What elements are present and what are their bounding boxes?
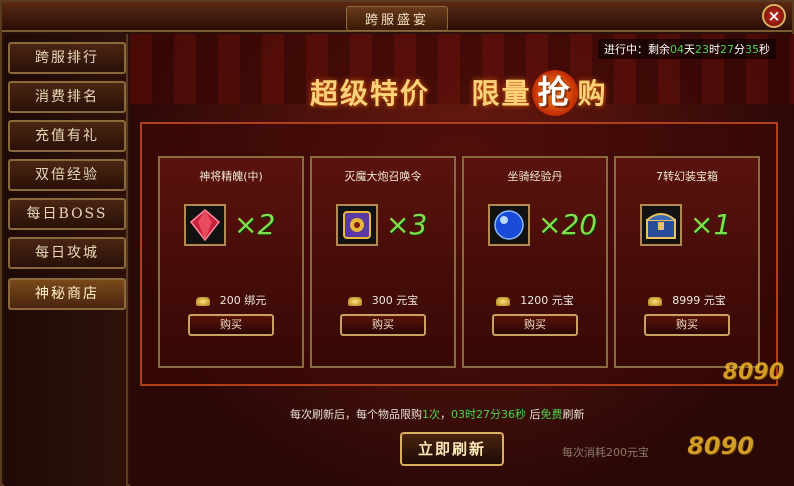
- ingot-icon: [347, 296, 362, 306]
- refresh-countdown: 03时27分36秒: [451, 408, 526, 421]
- close-icon: ×: [767, 7, 781, 25]
- site-logo-watermark: 8090: [722, 360, 784, 385]
- shop-item-card: 坐骑经验丹 ×20 1200 元宝 购买: [462, 156, 608, 368]
- price-value: 1200: [520, 294, 549, 307]
- timer-days-unit: 天: [684, 43, 695, 56]
- item-quantity: ×3: [386, 208, 428, 241]
- refresh-note-part: 每次刷新后，每个物品限购: [290, 408, 422, 421]
- item-price: 300 元宝: [312, 292, 454, 308]
- price-value: 8999: [672, 294, 701, 307]
- shop-panel: 进行中：剩余04天23时27分35秒 超级特价 限量抢购 神将精魄(中) ×2 …: [130, 34, 794, 486]
- free-label: 免费: [540, 408, 563, 421]
- item-quantity: ×2: [234, 208, 276, 241]
- sidebar-item-recharge-gift[interactable]: 充值有礼: [8, 120, 126, 152]
- item-name: 灭魔大炮召唤令: [344, 170, 422, 183]
- item-grid: 神将精魄(中) ×2 200 绑元 购买 灭魔大炮召唤令 ×3 300 元宝 购…: [140, 122, 778, 386]
- refresh-now-button[interactable]: 立即刷新: [400, 432, 504, 466]
- banner-limited: 限量: [471, 77, 532, 110]
- cross-server-feast-window: 跨服盛宴 × 跨服排行 消费排名 充值有礼 双倍经验 每日BOSS 每日攻城 神…: [0, 0, 794, 486]
- price-value: 300: [371, 294, 393, 307]
- timer-days: 04: [670, 43, 684, 56]
- item-quantity: ×1: [690, 208, 732, 241]
- item-name: 7转幻装宝箱: [656, 170, 718, 183]
- buy-button[interactable]: 购买: [492, 314, 578, 336]
- timer-seconds-unit: 秒: [759, 43, 770, 56]
- price-value: 200: [219, 294, 241, 307]
- treasure-chest-icon[interactable]: [640, 204, 682, 246]
- buy-button[interactable]: 购买: [188, 314, 274, 336]
- price-currency: 绑元: [244, 294, 267, 307]
- item-price: 8999 元宝: [616, 292, 758, 308]
- refresh-note-part: 后: [526, 408, 541, 421]
- item-price: 1200 元宝: [464, 292, 606, 308]
- timer-prefix: 进行中：剩余: [604, 43, 670, 56]
- close-button[interactable]: ×: [762, 4, 786, 28]
- refresh-cost-note: 每次消耗200元宝: [562, 446, 649, 459]
- sidebar-item-daily-boss[interactable]: 每日BOSS: [8, 198, 126, 230]
- ingot-icon: [195, 296, 210, 306]
- shop-item-card: 7转幻装宝箱 ×1 8999 元宝 购买: [614, 156, 760, 368]
- timer-minutes: 27: [720, 43, 734, 56]
- sidebar-item-double-exp[interactable]: 双倍经验: [8, 159, 126, 191]
- red-gem-icon[interactable]: [184, 204, 226, 246]
- refresh-note-part: ，: [440, 408, 451, 421]
- buy-button[interactable]: 购买: [340, 314, 426, 336]
- summon-token-icon[interactable]: [336, 204, 378, 246]
- timer-seconds: 35: [745, 43, 759, 56]
- item-price: 200 绑元: [160, 292, 302, 308]
- purchase-limit: 1次: [422, 408, 440, 421]
- sidebar-item-cross-server-ranking[interactable]: 跨服排行: [8, 42, 126, 74]
- timer-hours-unit: 时: [709, 43, 720, 56]
- shop-item-card: 灭魔大炮召唤令 ×3 300 元宝 购买: [310, 156, 456, 368]
- blue-orb-icon[interactable]: [488, 204, 530, 246]
- window-title: 跨服盛宴: [345, 6, 448, 31]
- shop-item-card: 神将精魄(中) ×2 200 绑元 购买: [158, 156, 304, 368]
- site-logo-watermark: 8090: [687, 432, 754, 460]
- price-currency: 元宝: [551, 294, 574, 307]
- item-name: 坐骑经验丹: [507, 170, 563, 183]
- item-name: 神将精魄(中): [199, 170, 263, 183]
- item-quantity: ×20: [538, 208, 598, 241]
- refresh-note-part: 刷新: [562, 408, 585, 421]
- price-currency: 元宝: [703, 294, 726, 307]
- price-currency: 元宝: [396, 294, 419, 307]
- timer-hours: 23: [695, 43, 709, 56]
- ingot-icon: [648, 296, 663, 306]
- sidebar: 跨服排行 消费排名 充值有礼 双倍经验 每日BOSS 每日攻城 神秘商店: [4, 34, 128, 486]
- banner-buy: 购: [577, 77, 608, 110]
- event-timer: 进行中：剩余04天23时27分35秒: [598, 39, 776, 59]
- refresh-note: 每次刷新后，每个物品限购1次，03时27分36秒 后免费刷新: [290, 406, 585, 422]
- buy-button[interactable]: 购买: [644, 314, 730, 336]
- ingot-icon: [496, 296, 511, 306]
- title-bar: 跨服盛宴 ×: [2, 2, 792, 32]
- sidebar-item-daily-siege[interactable]: 每日攻城: [8, 237, 126, 269]
- banner-highlight-char: 抢: [531, 70, 578, 116]
- sale-banner: 超级特价 限量抢购: [310, 70, 640, 116]
- sidebar-item-spending-ranking[interactable]: 消费排名: [8, 81, 126, 113]
- timer-minutes-unit: 分: [734, 43, 745, 56]
- sidebar-item-mystery-shop[interactable]: 神秘商店: [8, 278, 126, 310]
- banner-super-sale: 超级特价: [310, 77, 431, 110]
